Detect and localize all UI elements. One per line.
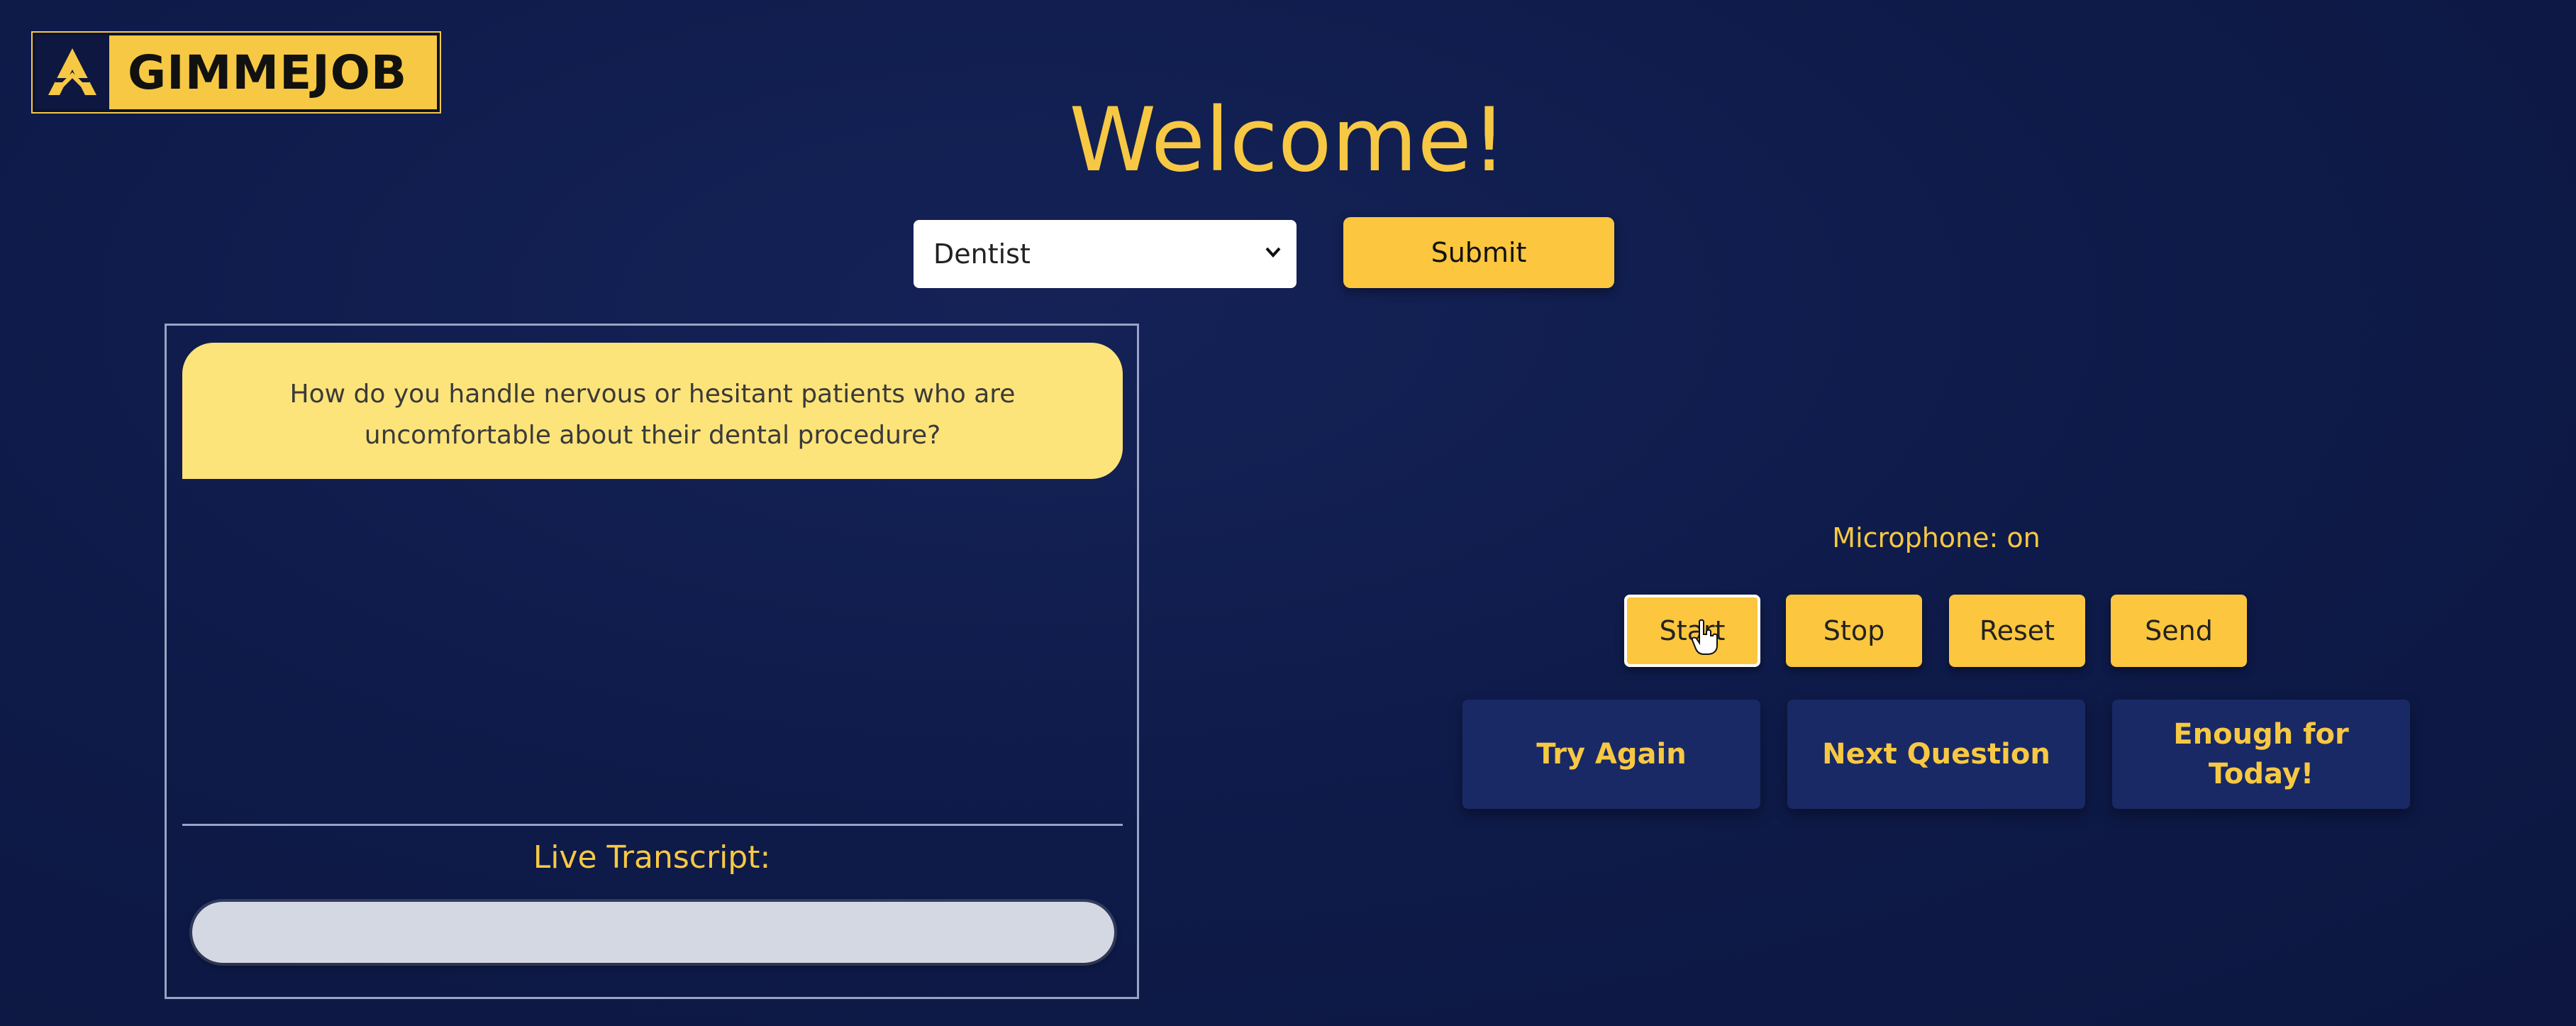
role-select-value: Dentist [933,238,1031,270]
divider [182,824,1123,826]
reset-button[interactable]: Reset [1949,595,2085,667]
role-select[interactable]: Dentist [914,220,1297,288]
page-title: Welcome! [1069,89,1507,192]
enough-for-today-button[interactable]: Enough for Today! [2112,700,2410,809]
chevron-down-icon [1262,241,1284,268]
question-bubble: How do you handle nervous or hesitant pa… [182,343,1123,479]
next-question-button[interactable]: Next Question [1787,700,2085,809]
app-page: GIMMEJOB Welcome! Dentist Submit How do … [0,0,2576,1026]
microphone-status: Microphone: on [1832,522,2041,553]
send-button[interactable]: Send [2111,595,2247,667]
stop-button[interactable]: Stop [1786,595,1922,667]
submit-button[interactable]: Submit [1343,217,1614,288]
hand-cursor-icon [1691,619,1719,656]
transcript-field[interactable] [192,902,1114,963]
transcript-label: Live Transcript: [533,839,771,876]
chat-panel: How do you handle nervous or hesitant pa… [165,324,1139,999]
try-again-button[interactable]: Try Again [1462,700,1760,809]
